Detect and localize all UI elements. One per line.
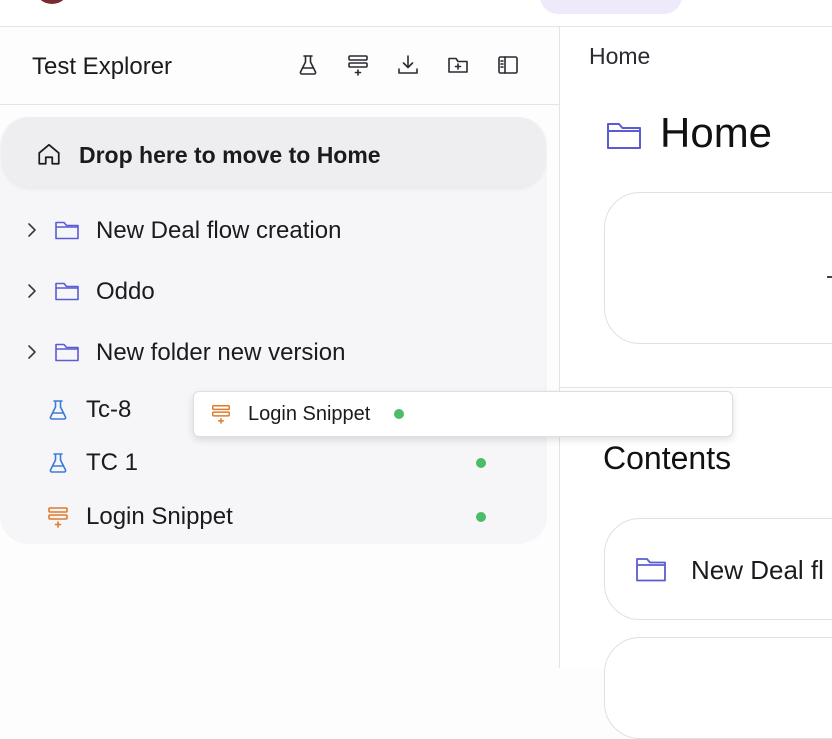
content-card[interactable] (604, 637, 832, 739)
chevron-right-icon[interactable] (23, 341, 41, 363)
new-test-button[interactable] (294, 51, 322, 79)
tree-test-row[interactable]: TC 1 (0, 439, 547, 487)
page-header: Home Home (560, 27, 832, 388)
contents-heading: Contents (603, 440, 732, 476)
add-snippet-icon (348, 55, 368, 76)
folder-icon (55, 221, 79, 240)
status-dot (394, 409, 404, 419)
download-icon (398, 55, 418, 74)
page-title: Home (660, 109, 773, 156)
test-tree: Drop here to move to Home New Deal flow … (0, 117, 547, 544)
folder-icon (607, 123, 641, 149)
tree-snippet-row[interactable]: Login Snippet (0, 493, 547, 541)
top-nav-pill[interactable] (540, 0, 682, 14)
download-button[interactable] (394, 51, 422, 79)
folder-label: New folder new version (96, 339, 346, 366)
top-bar (0, 0, 832, 27)
sidebar-title: Test Explorer (32, 53, 173, 80)
drag-preview-label: Login Snippet (248, 403, 371, 425)
chevron-right-icon[interactable] (23, 280, 41, 302)
status-dot (476, 512, 486, 522)
home-icon (38, 143, 60, 165)
main-panel: Home Home Contents New Deal fl (560, 27, 832, 739)
new-folder-button[interactable] (444, 51, 472, 79)
snippet-icon (48, 507, 68, 528)
sidebar-toggle-icon (498, 56, 518, 74)
folder-icon (55, 343, 79, 362)
toggle-sidebar-button[interactable] (494, 51, 522, 79)
avatar[interactable] (34, 0, 70, 4)
drag-preview: Login Snippet (193, 391, 733, 437)
folder-icon (55, 282, 79, 301)
flask-icon (299, 55, 317, 75)
status-dot (476, 458, 486, 468)
snippet-icon (212, 405, 230, 424)
folder-icon (636, 558, 666, 582)
summary-card (604, 192, 832, 344)
test-label: TC 1 (86, 449, 139, 476)
flask-icon (49, 453, 67, 473)
drop-zone-label: Drop here to move to Home (79, 142, 381, 168)
summary-dash (827, 276, 832, 278)
tree-folder-row[interactable]: Oddo (0, 268, 547, 316)
content-folder-card[interactable]: New Deal fl (604, 518, 832, 620)
chevron-right-icon[interactable] (23, 219, 41, 241)
new-folder-icon (448, 57, 468, 73)
drop-to-home-zone[interactable]: Drop here to move to Home (2, 117, 545, 187)
content-folder-label: New Deal fl (691, 555, 824, 585)
tree-folder-row[interactable]: New folder new version (0, 329, 547, 377)
breadcrumb[interactable]: Home (589, 43, 650, 70)
snippet-label: Login Snippet (86, 503, 233, 530)
tree-folder-row[interactable]: New Deal flow creation (0, 207, 547, 255)
folder-label: New Deal flow creation (96, 217, 342, 244)
sidebar-header: Test Explorer (0, 27, 559, 105)
test-explorer-sidebar: Test Explorer Drop here to move to Home … (0, 27, 560, 668)
flask-icon (49, 400, 67, 420)
new-snippet-button[interactable] (344, 51, 372, 79)
folder-label: Oddo (96, 278, 155, 305)
test-label: Tc-8 (86, 396, 132, 423)
